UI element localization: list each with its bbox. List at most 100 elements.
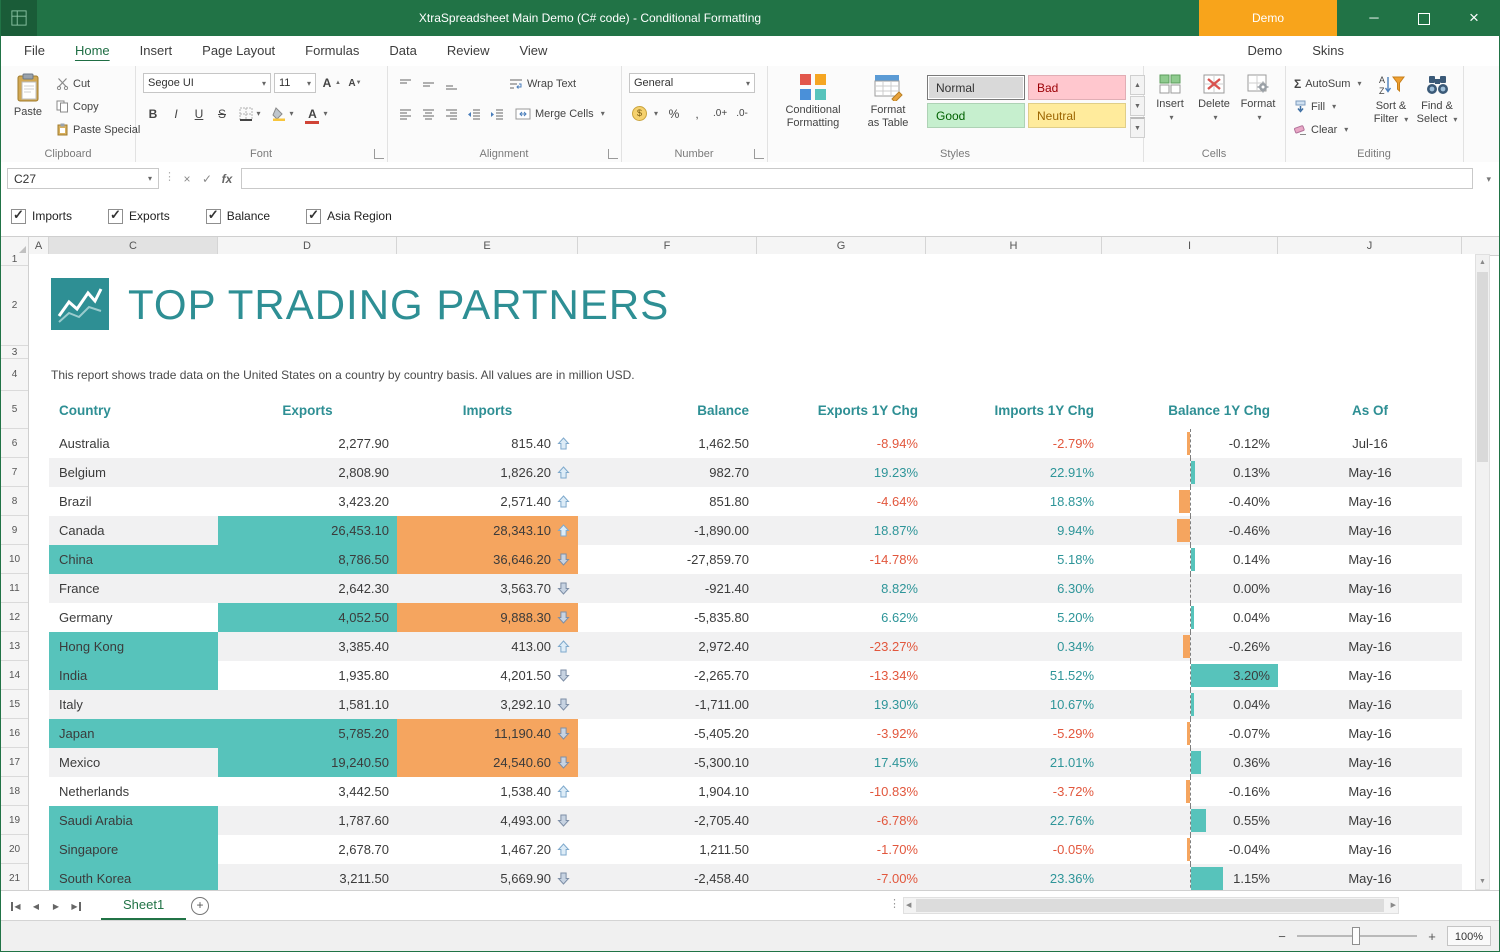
fill-color-button[interactable]: ▾ bbox=[268, 104, 298, 123]
cell-balance-1y-chg[interactable]: -0.46% bbox=[1102, 516, 1278, 545]
cell-balance[interactable]: 2,972.40 bbox=[578, 632, 757, 661]
column-header-a[interactable]: A bbox=[29, 237, 49, 255]
cell-imports[interactable]: 24,540.60 bbox=[397, 748, 578, 777]
minimize-button[interactable]: ─ bbox=[1349, 0, 1399, 36]
cell-imports[interactable]: 3,563.70 bbox=[397, 574, 578, 603]
decrease-decimal-button[interactable]: .0- bbox=[733, 108, 751, 119]
checkbox-icon[interactable] bbox=[108, 209, 123, 224]
cell-exports[interactable]: 3,423.20 bbox=[218, 487, 397, 516]
align-top-button[interactable] bbox=[395, 74, 415, 93]
filter-exports[interactable]: Exports bbox=[108, 209, 170, 224]
cell-country[interactable]: Hong Kong bbox=[49, 632, 218, 661]
cell-balance[interactable]: -2,265.70 bbox=[578, 661, 757, 690]
cell-as-of[interactable]: May-16 bbox=[1278, 719, 1462, 748]
cell-balance-1y-chg[interactable]: 0.04% bbox=[1102, 603, 1278, 632]
cell-balance[interactable]: -921.40 bbox=[578, 574, 757, 603]
cell-imports-1y-chg[interactable]: 23.36% bbox=[926, 864, 1102, 890]
cell-imports-1y-chg[interactable]: 5.20% bbox=[926, 603, 1102, 632]
cell-country[interactable]: Belgium bbox=[49, 458, 218, 487]
merge-cells-button[interactable]: Merge Cells ▾ bbox=[512, 104, 608, 123]
column-header-c[interactable]: C bbox=[49, 237, 218, 255]
fill-button[interactable]: Fill ▾ bbox=[1291, 97, 1364, 116]
cell-balance[interactable]: -27,859.70 bbox=[578, 545, 757, 574]
formula-bar-splitter[interactable]: ⋮ bbox=[164, 170, 175, 183]
cell-balance[interactable]: 851.80 bbox=[578, 487, 757, 516]
cell-name-box[interactable]: C27 ▾ bbox=[7, 168, 159, 189]
cell-exports[interactable]: 8,786.50 bbox=[218, 545, 397, 574]
cell-imports-1y-chg[interactable]: 5.18% bbox=[926, 545, 1102, 574]
cell-balance-1y-chg[interactable]: 0.13% bbox=[1102, 458, 1278, 487]
grid-body[interactable]: TOP TRADING PARTNERS This report shows t… bbox=[29, 254, 1475, 890]
first-sheet-button[interactable]: ◀ bbox=[7, 898, 25, 914]
increase-indent-button[interactable] bbox=[487, 104, 507, 123]
find-select-button[interactable]: Find &Select ▾ bbox=[1415, 71, 1459, 145]
cell-balance[interactable]: -1,711.00 bbox=[578, 690, 757, 719]
cell-imports-1y-chg[interactable]: 21.01% bbox=[926, 748, 1102, 777]
last-sheet-button[interactable]: ▶ bbox=[67, 898, 85, 914]
cell-imports-1y-chg[interactable]: -0.05% bbox=[926, 835, 1102, 864]
menu-tab-home[interactable]: Home bbox=[60, 36, 125, 65]
menu-tab-formulas[interactable]: Formulas bbox=[290, 36, 374, 65]
paste-button[interactable]: Paste bbox=[7, 71, 49, 145]
cell-country[interactable]: France bbox=[49, 574, 218, 603]
menu-tab-demo[interactable]: Demo bbox=[1233, 36, 1298, 65]
zoom-slider-thumb[interactable] bbox=[1352, 927, 1360, 945]
cell-imports[interactable]: 28,343.10 bbox=[397, 516, 578, 545]
paste-special-button[interactable]: Paste Special bbox=[53, 120, 143, 139]
cell-as-of[interactable]: May-16 bbox=[1278, 487, 1462, 516]
cell-imports-1y-chg[interactable]: -3.72% bbox=[926, 777, 1102, 806]
cell-country[interactable]: South Korea bbox=[49, 864, 218, 890]
row-header-12[interactable]: 12 bbox=[1, 603, 28, 632]
font-name-select[interactable]: Segoe UI▾ bbox=[143, 73, 271, 93]
conditional-formatting-button[interactable]: ConditionalFormatting bbox=[773, 71, 853, 145]
row-header-21[interactable]: 21 bbox=[1, 864, 28, 890]
row-header-9[interactable]: 9 bbox=[1, 516, 28, 545]
cell-as-of[interactable]: May-16 bbox=[1278, 864, 1462, 890]
cell-exports[interactable]: 1,581.10 bbox=[218, 690, 397, 719]
cell-balance[interactable]: 1,211.50 bbox=[578, 835, 757, 864]
cell-exports[interactable]: 2,642.30 bbox=[218, 574, 397, 603]
cell-imports-1y-chg[interactable]: 0.34% bbox=[926, 632, 1102, 661]
cell-exports-1y-chg[interactable]: -8.94% bbox=[757, 429, 926, 458]
row-header-18[interactable]: 18 bbox=[1, 777, 28, 806]
row-header-20[interactable]: 20 bbox=[1, 835, 28, 864]
sheet-tab-sheet1[interactable]: Sheet1 bbox=[101, 891, 186, 920]
cell-balance[interactable]: 1,462.50 bbox=[578, 429, 757, 458]
cell-imports-1y-chg[interactable]: -5.29% bbox=[926, 719, 1102, 748]
style-chip-good[interactable]: Good bbox=[927, 103, 1025, 128]
cell-imports[interactable]: 413.00 bbox=[397, 632, 578, 661]
delete-cells-button[interactable]: Delete ▾ bbox=[1193, 71, 1235, 145]
cell-imports-1y-chg[interactable]: -2.79% bbox=[926, 429, 1102, 458]
cell-imports[interactable]: 36,646.20 bbox=[397, 545, 578, 574]
style-chip-neutral[interactable]: Neutral bbox=[1028, 103, 1126, 128]
row-header-13[interactable]: 13 bbox=[1, 632, 28, 661]
scroll-left-icon[interactable]: ◀ bbox=[906, 899, 911, 912]
menu-tab-review[interactable]: Review bbox=[432, 36, 505, 65]
cell-exports[interactable]: 3,442.50 bbox=[218, 777, 397, 806]
row-header-7[interactable]: 7 bbox=[1, 458, 28, 487]
cell-imports[interactable]: 9,888.30 bbox=[397, 603, 578, 632]
cell-exports-1y-chg[interactable]: -3.92% bbox=[757, 719, 926, 748]
accounting-format-button[interactable]: $▾ bbox=[629, 104, 661, 123]
previous-sheet-button[interactable]: ◀ bbox=[27, 898, 45, 914]
align-left-button[interactable] bbox=[395, 104, 415, 123]
column-header-h[interactable]: H bbox=[926, 237, 1102, 255]
cell-exports-1y-chg[interactable]: -7.00% bbox=[757, 864, 926, 890]
cell-exports-1y-chg[interactable]: -10.83% bbox=[757, 777, 926, 806]
column-title-exports-1y-chg[interactable]: Exports 1Y Chg bbox=[757, 391, 926, 429]
zoom-level[interactable]: 100% bbox=[1447, 926, 1491, 946]
cell-exports-1y-chg[interactable]: -4.64% bbox=[757, 487, 926, 516]
cell-balance[interactable]: -5,835.80 bbox=[578, 603, 757, 632]
comma-style-button[interactable]: , bbox=[687, 104, 707, 123]
row-header-5[interactable]: 5 bbox=[1, 391, 28, 429]
cell-imports-1y-chg[interactable]: 22.91% bbox=[926, 458, 1102, 487]
menu-tab-skins[interactable]: Skins bbox=[1297, 36, 1359, 65]
checkbox-icon[interactable] bbox=[306, 209, 321, 224]
cell-country[interactable]: Netherlands bbox=[49, 777, 218, 806]
cell-imports[interactable]: 1,538.40 bbox=[397, 777, 578, 806]
bold-button[interactable]: B bbox=[143, 104, 163, 123]
column-header-f[interactable]: F bbox=[578, 237, 757, 255]
cell-balance-1y-chg[interactable]: 1.15% bbox=[1102, 864, 1278, 890]
align-center-button[interactable] bbox=[418, 104, 438, 123]
cell-imports-1y-chg[interactable]: 10.67% bbox=[926, 690, 1102, 719]
